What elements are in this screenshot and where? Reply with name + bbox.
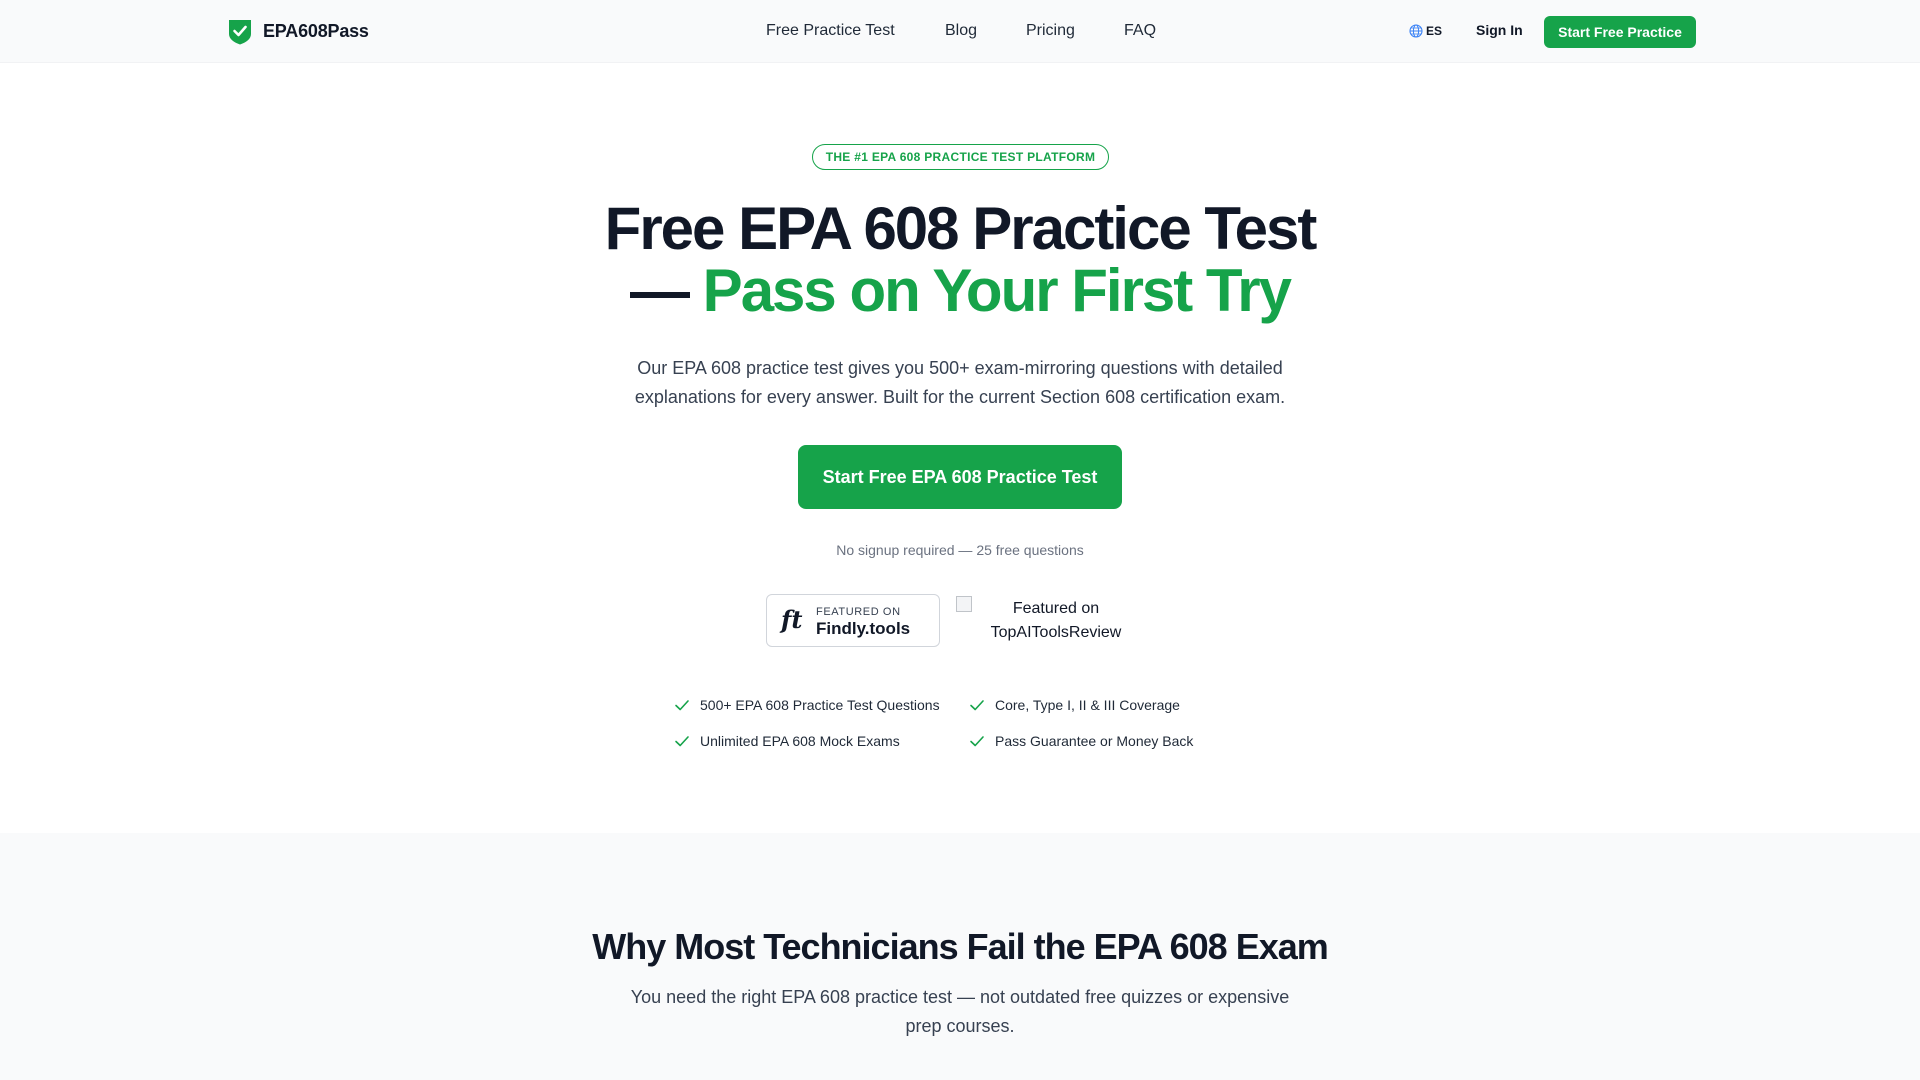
nav-pricing[interactable]: Pricing [1026,22,1075,40]
feature-label: Unlimited EPA 608 Mock Exams [700,733,900,749]
findly-logo-icon: ft [781,605,803,634]
hero-note: No signup required — 25 free questions [836,542,1084,558]
nav-faq[interactable]: FAQ [1124,22,1156,40]
findly-featured-label: FEATURED ON [816,606,901,618]
feature-item: 500+ EPA 608 Practice Test Questions [674,697,940,713]
hero-title-highlight: Pass on Your First Try [702,257,1292,324]
nav-free-practice-test[interactable]: Free Practice Test [766,22,895,40]
start-practice-test-button[interactable]: Start Free EPA 608 Practice Test [798,445,1122,509]
check-icon [970,736,984,747]
section-subtitle: You need the right EPA 608 practice test… [630,987,1290,1036]
findly-featured-badge[interactable]: ft FEATURED ON Findly.tools [766,594,940,647]
feature-label: Core, Type I, II & III Coverage [995,697,1180,713]
broken-image-icon [956,596,972,612]
language-switcher[interactable]: ES [1409,24,1442,38]
hero-title: Free EPA 608 Practice Test — Pass on You… [0,198,1920,322]
start-free-practice-button[interactable]: Start Free Practice [1544,16,1696,48]
hero-subtitle: Our EPA 608 practice test gives you 500+… [634,358,1286,407]
why-fail-section: Why Most Technicians Fail the EPA 608 Ex… [0,833,1920,1080]
hero-title-line1: Free EPA 608 Practice Test [604,195,1318,262]
section-title: Why Most Technicians Fail the EPA 608 Ex… [592,926,1329,967]
feature-item: Unlimited EPA 608 Mock Exams [674,733,900,749]
globe-icon [1409,24,1423,38]
sign-in-link[interactable]: Sign In [1476,22,1523,38]
feature-item: Pass Guarantee or Money Back [969,733,1193,749]
feature-label: 500+ EPA 608 Practice Test Questions [700,697,940,713]
check-icon [970,700,984,711]
feature-label: Pass Guarantee or Money Back [995,733,1194,749]
hero-title-dash: — [630,257,690,324]
feature-list: 500+ EPA 608 Practice Test Questions Cor… [674,695,1234,765]
topai-featured-badge[interactable]: Featured on TopAIToolsReview [972,597,1140,645]
language-label: ES [1426,24,1443,38]
site-header: EPA608Pass Free Practice Test Blog Prici… [0,0,1920,63]
check-icon [675,736,689,747]
platform-badge: THE #1 EPA 608 PRACTICE TEST PLATFORM [812,144,1109,170]
findly-name: Findly.tools [816,619,911,638]
nav-blog[interactable]: Blog [945,22,977,40]
check-icon [675,700,689,711]
feature-item: Core, Type I, II & III Coverage [969,697,1180,713]
